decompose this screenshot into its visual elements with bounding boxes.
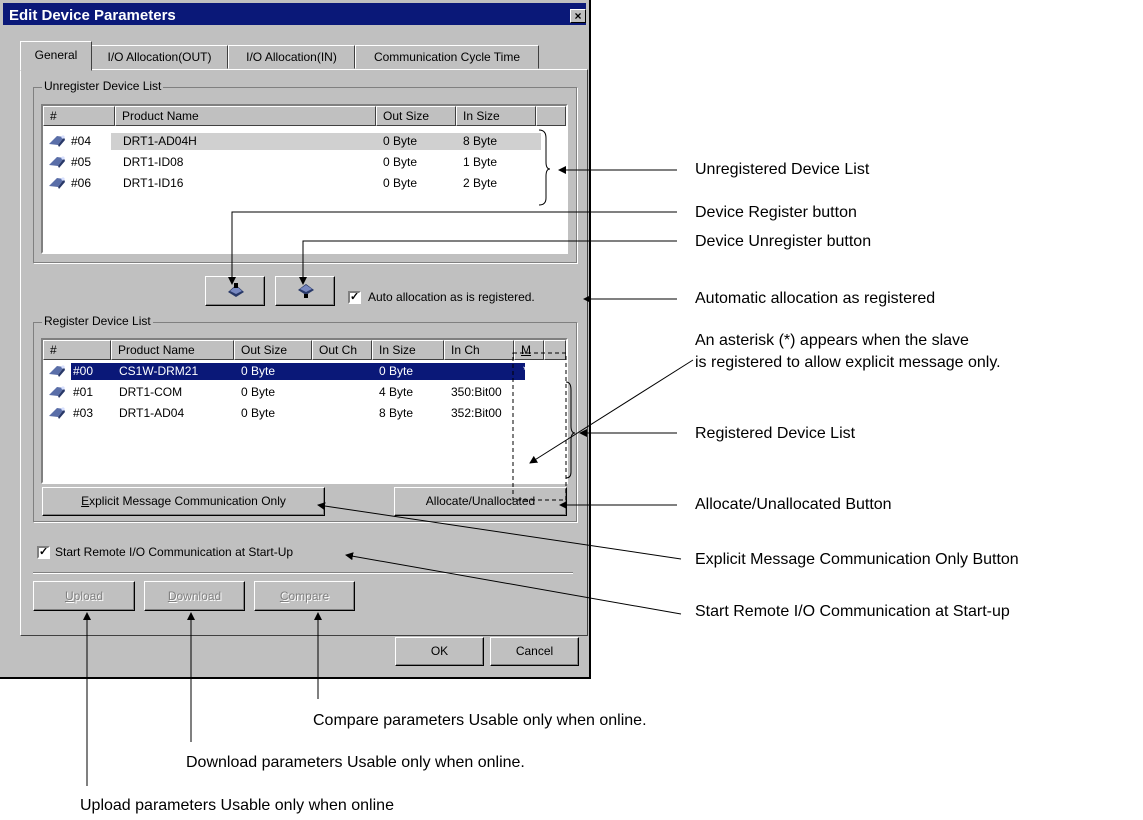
annotation-automatic-allocation: Automatic allocation as registered [695,290,936,307]
annotation-allocate-unallocated-button: Allocate/Unallocated Button [695,496,892,513]
annotation-upload-parameters: Upload parameters Usable only when onlin… [80,797,394,814]
annotation-asterisk-line2: is registered to allow explicit message … [695,354,1001,371]
annotation-download-parameters: Download parameters Usable only when onl… [186,754,525,771]
callout-lines [83,129,694,786]
annotation-asterisk-line1: An asterisk (*) appears when the slave [695,332,969,349]
annotation-unregistered-device-list: Unregistered Device List [695,161,870,178]
tab-general[interactable]: General [20,41,92,71]
annotation-start-remote-io: Start Remote I/O Communication at Start-… [695,603,1010,620]
annotation-explicit-message-button: Explicit Message Communication Only Butt… [695,551,1019,568]
annotation-registered-device-list: Registered Device List [695,425,856,442]
annotation-compare-parameters: Compare parameters Usable only when onli… [313,712,647,729]
annotation-device-register-button: Device Register button [695,204,857,221]
annotation-device-unregister-button: Device Unregister button [695,233,872,250]
